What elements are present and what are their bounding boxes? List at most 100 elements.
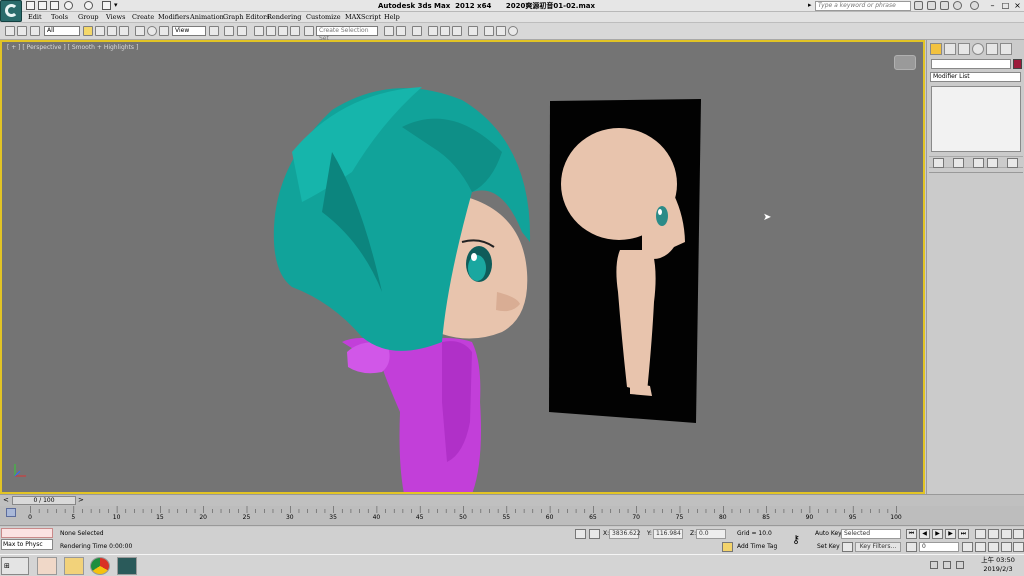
hierarchy-tab-icon[interactable]	[958, 43, 970, 55]
menu-modifiers[interactable]: Modifiers	[158, 13, 189, 21]
create-tab-icon[interactable]	[930, 43, 942, 55]
menu-edit[interactable]: Edit	[28, 13, 42, 21]
spinner-snap-icon[interactable]	[290, 26, 300, 36]
quick-access-dropdown-icon[interactable]: ▾	[114, 1, 118, 9]
search-input[interactable]: Type a keyword or phrase	[815, 1, 911, 11]
menu-tools[interactable]: Tools	[51, 13, 68, 21]
zoom-icon[interactable]	[975, 529, 986, 539]
chrome-browser-icon[interactable]	[90, 557, 110, 575]
modifier-list-dropdown[interactable]: Modifier List	[930, 72, 1021, 82]
tray-volume-icon[interactable]	[943, 561, 951, 569]
pan-view-icon[interactable]	[988, 542, 999, 552]
maxscript-listener-input[interactable]: Max to Physc	[1, 539, 53, 550]
scale-icon[interactable]	[159, 26, 169, 36]
add-time-tag[interactable]: Add Time Tag	[737, 543, 777, 550]
modifier-stack[interactable]	[931, 86, 1021, 152]
start-button[interactable]: ⊞	[1, 557, 29, 575]
open-mini-curve-editor-icon[interactable]	[6, 508, 16, 517]
key-filters-button[interactable]: Key Filters...	[855, 542, 901, 552]
application-logo-icon[interactable]	[0, 0, 22, 22]
rotate-icon[interactable]	[147, 26, 157, 36]
render-production-icon[interactable]	[508, 26, 518, 36]
pin-stack-icon[interactable]	[933, 158, 944, 168]
object-name-field[interactable]	[931, 59, 1011, 69]
tray-language-icon[interactable]	[956, 561, 964, 569]
maxscript-listener-output[interactable]	[1, 528, 53, 538]
menu-customize[interactable]: Customize	[306, 13, 341, 21]
selection-filter-dropdown[interactable]: All	[44, 26, 80, 36]
object-color-swatch[interactable]	[1013, 59, 1022, 69]
select-object-icon[interactable]	[83, 26, 93, 36]
y-coordinate-field[interactable]: 116.984	[653, 529, 683, 539]
time-slider-left-arrow-icon[interactable]: <	[3, 496, 9, 504]
motion-tab-icon[interactable]	[972, 43, 984, 55]
menu-rendering[interactable]: Rendering	[267, 13, 301, 21]
menu-views[interactable]: Views	[106, 13, 125, 21]
save-file-icon[interactable]	[50, 1, 59, 10]
new-file-icon[interactable]	[26, 1, 35, 10]
schematic-view-icon[interactable]	[452, 26, 462, 36]
go-to-end-icon[interactable]: ⏭	[958, 529, 969, 539]
go-to-start-icon[interactable]: ⏮	[906, 529, 917, 539]
undo-toolbar-icon[interactable]	[5, 26, 15, 36]
selection-lock-icon[interactable]	[575, 529, 586, 539]
keyboard-shortcut-override-icon[interactable]	[237, 26, 247, 36]
communication-center-icon[interactable]	[940, 1, 949, 10]
taskbar-app-icon[interactable]	[37, 557, 57, 575]
redo-toolbar-icon[interactable]	[17, 26, 27, 36]
modify-tab-icon[interactable]	[944, 43, 956, 55]
zoom-extents-icon[interactable]	[1001, 529, 1012, 539]
file-explorer-icon[interactable]	[64, 557, 84, 575]
close-button[interactable]: ×	[1010, 0, 1024, 11]
select-by-name-icon[interactable]	[95, 26, 105, 36]
key-mode-toggle-icon[interactable]	[906, 542, 917, 552]
mirror-icon[interactable]	[384, 26, 394, 36]
time-configuration-icon[interactable]	[962, 542, 973, 552]
rectangular-selection-icon[interactable]	[107, 26, 117, 36]
angle-snap-icon[interactable]	[266, 26, 276, 36]
layer-manager-icon[interactable]	[412, 26, 422, 36]
current-frame-field[interactable]: 0	[919, 542, 959, 552]
key-filters-icon[interactable]	[842, 542, 853, 552]
make-unique-icon[interactable]	[973, 158, 984, 168]
search-expand-icon[interactable]: ▸	[808, 1, 812, 9]
percent-snap-icon[interactable]	[278, 26, 288, 36]
key-selection-dropdown[interactable]: Selected	[841, 529, 901, 539]
move-icon[interactable]	[135, 26, 145, 36]
time-tag-icon[interactable]	[722, 542, 733, 552]
graphite-toggle-icon[interactable]	[428, 26, 438, 36]
subscription-icon[interactable]	[927, 1, 936, 10]
menu-graph-editors[interactable]: Graph Editors	[223, 13, 270, 21]
menu-create[interactable]: Create	[132, 13, 154, 21]
search-icon[interactable]	[914, 1, 923, 10]
tray-network-icon[interactable]	[930, 561, 938, 569]
pivot-center-icon[interactable]	[209, 26, 219, 36]
maximize-viewport-icon[interactable]	[1013, 542, 1024, 552]
field-of-view-icon[interactable]	[975, 542, 986, 552]
menu-animation[interactable]: Animation	[190, 13, 224, 21]
reference-coordinate-dropdown[interactable]: View	[172, 26, 206, 36]
open-file-icon[interactable]	[38, 1, 47, 10]
named-selection-sets-dropdown[interactable]: Create Selection Set	[316, 26, 378, 42]
auto-key-button[interactable]: Auto Key	[815, 530, 842, 537]
help-icon[interactable]	[970, 1, 979, 10]
previous-frame-icon[interactable]: ◀	[919, 529, 930, 539]
set-key-mode-icon[interactable]: ⚷	[792, 533, 800, 546]
utilities-tab-icon[interactable]	[1000, 43, 1012, 55]
menu-maxscript[interactable]: MAXScript	[345, 13, 381, 21]
set-key-button[interactable]: Set Key	[817, 543, 840, 550]
select-and-manipulate-icon[interactable]	[224, 26, 234, 36]
play-icon[interactable]: ▶	[932, 529, 943, 539]
orbit-icon[interactable]	[1001, 542, 1012, 552]
rendered-frame-window-icon[interactable]	[496, 26, 506, 36]
undo-icon[interactable]	[64, 1, 73, 10]
redo-icon[interactable]	[84, 1, 93, 10]
display-tab-icon[interactable]	[986, 43, 998, 55]
zoom-all-icon[interactable]	[988, 529, 999, 539]
track-bar[interactable]: 0 5 10 15 20 25 30 35 40 45 50 55 60 65 70 75 80 85 90 95 10…	[0, 506, 1024, 526]
z-coordinate-field[interactable]: 0.0	[696, 529, 726, 539]
remove-modifier-icon[interactable]	[987, 158, 998, 168]
favorites-icon[interactable]	[953, 1, 962, 10]
absolute-mode-icon[interactable]	[589, 529, 600, 539]
material-editor-icon[interactable]	[468, 26, 478, 36]
